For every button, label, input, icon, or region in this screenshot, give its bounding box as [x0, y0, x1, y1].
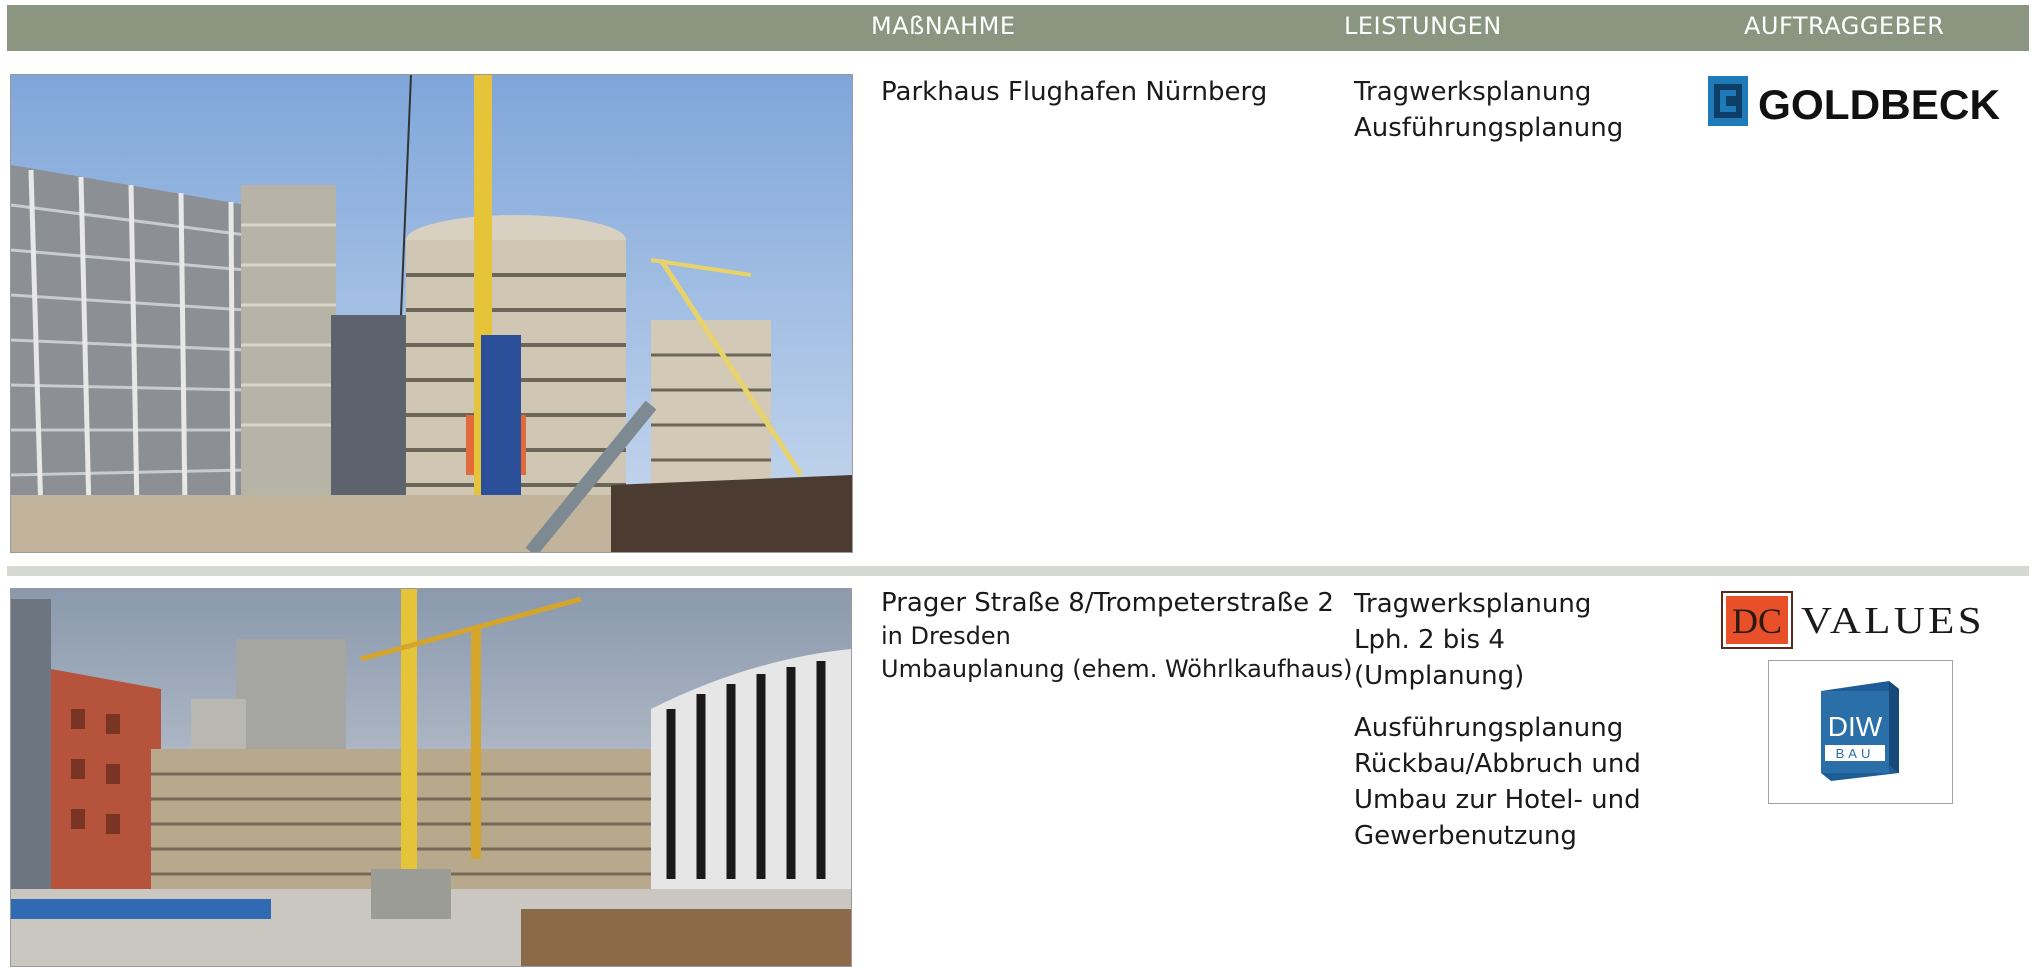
goldbeck-logo-text: GOLDBECK: [1758, 81, 2000, 128]
row1-leistungen-line: Ausführungsplanung: [1354, 113, 1624, 143]
diw-bau-logo: DIW BAU: [1768, 660, 1953, 804]
row2-leistungen-line: Lph. 2 bis 4: [1354, 625, 1505, 655]
goldbeck-logo: GOLDBECK: [1708, 76, 2004, 128]
row2-leistungen-line: Ausführungsplanung: [1354, 713, 1624, 743]
dc-values-logo: DC VALUES: [1721, 591, 1987, 649]
header-auftraggeber: AUFTRAGGEBER: [1744, 12, 1945, 40]
row1-leistungen: Tragwerksplanung Ausführungsplanung: [1354, 74, 1623, 146]
header-leistungen: LEISTUNGEN: [1344, 12, 1502, 40]
row1-leistungen-line: Tragwerksplanung: [1354, 77, 1592, 107]
project-photo-parkhaus: [10, 74, 853, 553]
row2-massnahme-line: Umbauplanung (ehem. Wöhrlkaufhaus): [881, 655, 1353, 683]
row1-massnahme: Parkhaus Flughafen Nürnberg: [881, 74, 1267, 110]
row2-leistungen-line: Tragwerksplanung: [1354, 589, 1592, 619]
row2-leistungen-block2: Ausführungsplanung Rückbau/Abbruch und U…: [1354, 710, 1641, 854]
row2-massnahme-line: Prager Straße 8/Trompeterstraße 2: [881, 588, 1334, 618]
row2-massnahme-line: in Dresden: [881, 622, 1011, 650]
row1-massnahme-line: Parkhaus Flughafen Nürnberg: [881, 77, 1268, 107]
row-divider: [7, 566, 2029, 576]
dc-values-logo-initials: DC: [1732, 601, 1782, 641]
row2-leistungen-line: (Umplanung): [1354, 661, 1525, 691]
row2-leistungen-line: Rückbau/Abbruch und: [1354, 749, 1641, 779]
header-massnahme: MAßNAHME: [871, 12, 1016, 40]
diw-bau-logo-subtext: BAU: [1836, 746, 1875, 761]
row2-leistungen-block1: Tragwerksplanung Lph. 2 bis 4 (Umplanung…: [1354, 586, 1591, 694]
dc-values-logo-text: VALUES: [1801, 600, 1985, 642]
project-photo-prager-strasse: [10, 588, 852, 967]
diw-bau-logo-text: DIW: [1828, 711, 1883, 742]
row2-massnahme: Prager Straße 8/Trompeterstraße 2 in Dre…: [881, 586, 1353, 686]
table-header-bar: [7, 5, 2029, 51]
row2-leistungen-line: Umbau zur Hotel- und: [1354, 785, 1641, 815]
row2-leistungen-line: Gewerbenutzung: [1354, 821, 1577, 851]
